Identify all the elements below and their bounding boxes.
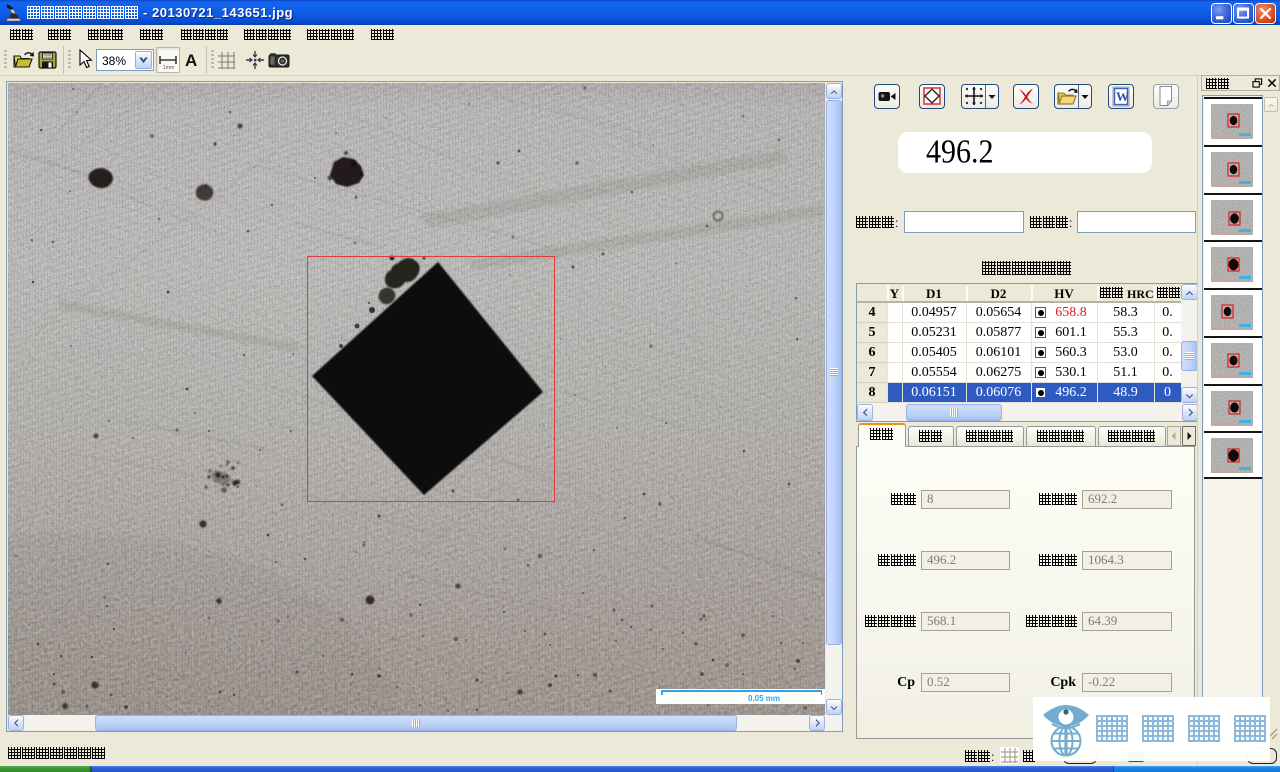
svg-text:1mm: 1mm <box>163 65 174 71</box>
svg-text:W: W <box>1116 89 1129 104</box>
